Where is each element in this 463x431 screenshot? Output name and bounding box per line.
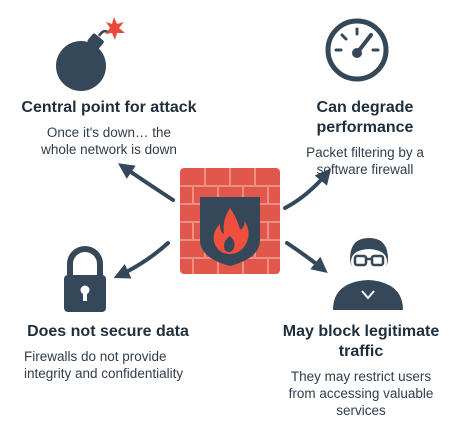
item-title: Can degrade performance <box>270 98 460 138</box>
firewall-disadvantages-diagram: Central point for attack Once it's down…… <box>0 0 463 431</box>
item-central-point: Central point for attack Once it's down…… <box>4 98 214 158</box>
firewall-icon <box>180 168 280 274</box>
padlock-icon <box>64 246 106 312</box>
desc-line: integrity and confidentiality <box>24 366 184 381</box>
gauge-icon <box>325 18 389 82</box>
arrow-to-attack <box>118 163 175 202</box>
arrow-to-secure-data <box>113 241 170 279</box>
arrow-to-block-traffic <box>285 241 328 274</box>
item-description: Once it's down… the whole network is dow… <box>4 124 214 158</box>
desc-line: from accessing valuable <box>288 386 434 401</box>
desc-line: Once it's down… the <box>46 125 172 140</box>
item-block-traffic: May block legitimate traffic They may re… <box>262 322 460 419</box>
item-description: They may restrict users from accessing v… <box>262 368 460 419</box>
item-title: May block legitimate traffic <box>262 322 460 362</box>
bomb-icon <box>56 17 125 91</box>
title-line: performance <box>316 119 414 136</box>
item-title: Central point for attack <box>21 99 197 116</box>
desc-line: They may restrict users <box>290 369 432 384</box>
desc-line: Packet filtering by a <box>306 145 424 160</box>
title-line: May block legitimate <box>282 323 440 340</box>
item-not-secure-data: Does not secure data Firewalls do not pr… <box>8 322 208 382</box>
desc-line: Firewalls do not provide <box>24 349 167 364</box>
item-description: Firewalls do not provide integrity and c… <box>8 348 208 382</box>
item-description: Packet filtering by a software firewall <box>270 144 460 178</box>
item-title: Does not secure data <box>27 323 189 340</box>
title-line: Can degrade <box>316 99 414 116</box>
desc-line: services <box>336 403 386 418</box>
title-line: traffic <box>338 343 384 360</box>
desc-line: whole network is down <box>41 142 177 157</box>
item-degrade-performance: Can degrade performance Packet filtering… <box>270 98 460 178</box>
user-icon <box>333 238 403 310</box>
desc-line: software firewall <box>316 162 414 177</box>
